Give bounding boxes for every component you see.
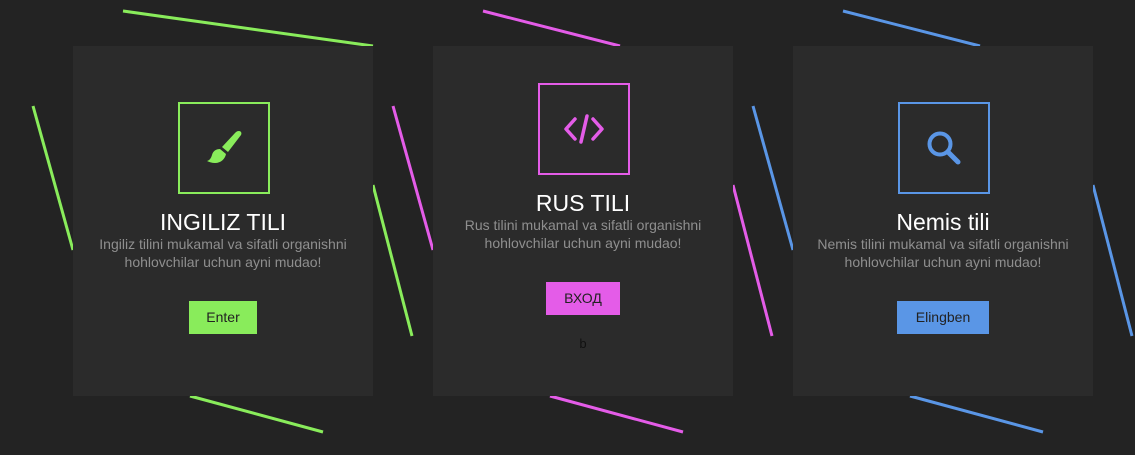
- card-german-description: Nemis tilini mukamal va sifatli organish…: [817, 236, 1069, 270]
- card-russian-description: Rus tilini mukamal va sifatli organishni…: [464, 217, 702, 251]
- decor-line-pink-bottom: [549, 394, 684, 434]
- card-english: INGILIZ TILI Ingiliz tilini mukamal va s…: [73, 46, 373, 396]
- decor-line-blue-left: [751, 105, 795, 251]
- card-english-icon-box: [178, 102, 270, 194]
- decor-line-pink-top: [482, 9, 621, 48]
- card-russian-title: RUS TILI: [535, 190, 631, 216]
- card-english-enter-button[interactable]: Enter: [189, 301, 257, 334]
- search-icon: [927, 131, 961, 165]
- paintbrush-icon: [207, 131, 242, 163]
- decor-line-pink-right: [731, 184, 774, 337]
- decor-line-green-bottom: [189, 394, 324, 434]
- card-russian-enter-button[interactable]: ВХОД: [546, 282, 620, 315]
- code-icon: [564, 114, 604, 144]
- card-german-enter-button[interactable]: Elingben: [897, 301, 989, 334]
- decor-line-green-left: [31, 105, 75, 251]
- card-german-icon-box: [898, 102, 990, 194]
- decor-line-blue-top: [842, 9, 981, 48]
- decor-line-green-right: [371, 184, 414, 337]
- decor-line-green-top: [122, 9, 374, 48]
- decor-line-blue-right: [1091, 184, 1134, 337]
- card-russian: RUS TILI Rus tilini mukamal va sifatli o…: [433, 46, 733, 396]
- card-russian-icon-box: [538, 83, 630, 175]
- card-english-title: INGILIZ TILI: [159, 209, 287, 235]
- card-german-title: Nemis tili: [896, 209, 990, 235]
- card-russian-extra-text: b: [579, 336, 587, 351]
- card-english-description: Ingiliz tilini mukamal va sifatli organi…: [99, 236, 347, 270]
- card-german: Nemis tili Nemis tilini mukamal va sifat…: [793, 46, 1093, 396]
- decor-line-blue-bottom: [909, 394, 1044, 434]
- page: INGILIZ TILI Ingiliz tilini mukamal va s…: [0, 0, 1135, 455]
- decor-line-pink-left: [391, 105, 435, 251]
